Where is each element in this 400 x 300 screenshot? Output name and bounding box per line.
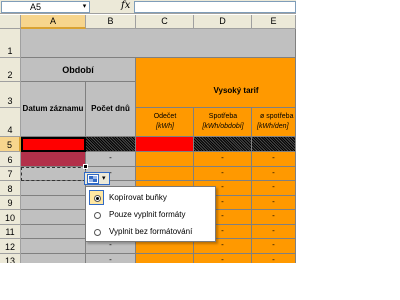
cell-a11[interactable] (21, 225, 86, 239)
spotreba-cell[interactable]: Spotřeba [kWh/období] (194, 108, 252, 137)
menu-item-kopirovat-bunky[interactable]: Kopírovat buňky (87, 189, 215, 206)
row-header-3[interactable]: 3 (0, 82, 21, 108)
menu-item-vyplnit-bez-formatovani[interactable]: Vyplnit bez formátování (87, 223, 215, 240)
radio-frame (89, 224, 104, 239)
name-box[interactable]: A5 (1, 1, 90, 13)
pocet-dnu-header[interactable]: Počet dnů (86, 82, 136, 137)
column-header-c[interactable]: C (136, 15, 194, 29)
radio-frame (89, 207, 104, 222)
row-header-13[interactable]: 13 (0, 254, 21, 263)
formula-bar: A5 ▾ fx (0, 0, 296, 14)
cell-c5[interactable] (136, 137, 194, 152)
select-all-corner[interactable] (0, 15, 21, 29)
column-header-e[interactable]: E (252, 15, 296, 29)
cell-a8[interactable] (21, 181, 86, 196)
row-header-11[interactable]: 11 (0, 225, 21, 239)
cell-e5[interactable] (252, 137, 296, 152)
name-box-dropdown-icon[interactable]: ▾ (80, 2, 89, 12)
excel-window: A5 ▾ fx A B C D E 1 2 3 4 5 6 7 8 9 10 1… (0, 0, 296, 263)
row-header-4[interactable]: 4 (0, 108, 21, 137)
row-header-6[interactable]: 6 (0, 152, 21, 167)
spotreba-label: Spotřeba (208, 113, 238, 120)
obdobi-header[interactable]: Období (21, 58, 136, 82)
cell-c6[interactable] (136, 152, 194, 167)
chevron-down-icon: ▾ (102, 175, 106, 182)
cell-d13[interactable]: - (194, 254, 252, 263)
cell-b5[interactable] (86, 137, 136, 152)
row1-band[interactable] (21, 29, 296, 58)
cell-d7[interactable]: - (194, 167, 252, 181)
auto-fill-options-button[interactable]: ▾ (84, 172, 110, 185)
cell-d6[interactable]: - (194, 152, 252, 167)
row-header-9[interactable]: 9 (0, 196, 21, 210)
formula-input[interactable] (134, 1, 296, 13)
odecet-label: Odečet (153, 113, 177, 120)
prumer-spotreba-cell[interactable]: ø spotřeba [kWh/den] (252, 108, 296, 137)
odecet-cell[interactable]: Odečet [kWh] (136, 108, 194, 137)
cell-a6[interactable] (21, 152, 86, 167)
cell-e12[interactable]: - (252, 239, 296, 254)
cell-a10[interactable] (21, 210, 86, 225)
cell-d5[interactable] (194, 137, 252, 152)
cell-a13[interactable] (21, 254, 86, 263)
cell-e8[interactable]: - (252, 181, 296, 196)
row-header-5[interactable]: 5 (0, 137, 21, 152)
row-header-1[interactable]: 1 (0, 29, 21, 58)
cell-e7[interactable]: - (252, 167, 296, 181)
cell-a7[interactable] (21, 167, 86, 181)
prumer-spotreba-label: ø spotřeba (260, 113, 294, 120)
vysoky-tarif-block[interactable] (136, 58, 296, 108)
cell-e10[interactable]: - (252, 210, 296, 225)
column-header-b[interactable]: B (86, 15, 136, 29)
cell-e6[interactable]: - (252, 152, 296, 167)
datum-zaznamu-header[interactable]: Datum záznamu (21, 82, 86, 137)
odecet-unit: [kWh] (156, 123, 174, 130)
spotreba-unit: [kWh/období] (202, 123, 244, 130)
row-header-8[interactable]: 8 (0, 181, 21, 196)
cell-b6[interactable]: - (86, 152, 136, 167)
cell-c7[interactable] (136, 167, 194, 181)
radio-frame (89, 190, 104, 205)
cell-e13[interactable]: - (252, 254, 296, 263)
cell-b13[interactable]: - (86, 254, 136, 263)
cell-e11[interactable]: - (252, 225, 296, 239)
radio-selected-icon (94, 195, 101, 202)
menu-item-label: Vyplnit bez formátování (109, 227, 193, 236)
auto-fill-options-menu: Kopírovat buňky Pouze vyplnit formáty Vy… (85, 186, 216, 242)
row-header-12[interactable]: 12 (0, 239, 21, 254)
cell-a5[interactable] (21, 137, 86, 152)
prumer-spotreba-unit: [kWh/den] (257, 123, 289, 130)
column-header-a[interactable]: A (21, 15, 86, 29)
column-header-d[interactable]: D (194, 15, 252, 29)
menu-item-label: Kopírovat buňky (109, 193, 167, 202)
cell-a9[interactable] (21, 196, 86, 210)
row-header-2[interactable]: 2 (0, 58, 21, 82)
row-header-10[interactable]: 10 (0, 210, 21, 225)
vysoky-tarif-header: Vysoký tarif (213, 86, 259, 95)
cell-a12[interactable] (21, 239, 86, 254)
fx-icon[interactable]: fx (121, 0, 130, 11)
column-headers: A B C D E (0, 15, 296, 29)
menu-item-label: Pouze vyplnit formáty (109, 210, 186, 219)
radio-icon (94, 212, 101, 219)
radio-icon (94, 229, 101, 236)
cell-c13[interactable] (136, 254, 194, 263)
cell-e9[interactable]: - (252, 196, 296, 210)
menu-item-pouze-vyplnit-formaty[interactable]: Pouze vyplnit formáty (87, 206, 215, 223)
fill-handle[interactable] (83, 164, 88, 169)
row-header-7[interactable]: 7 (0, 167, 21, 181)
paste-options-icon (87, 174, 99, 184)
